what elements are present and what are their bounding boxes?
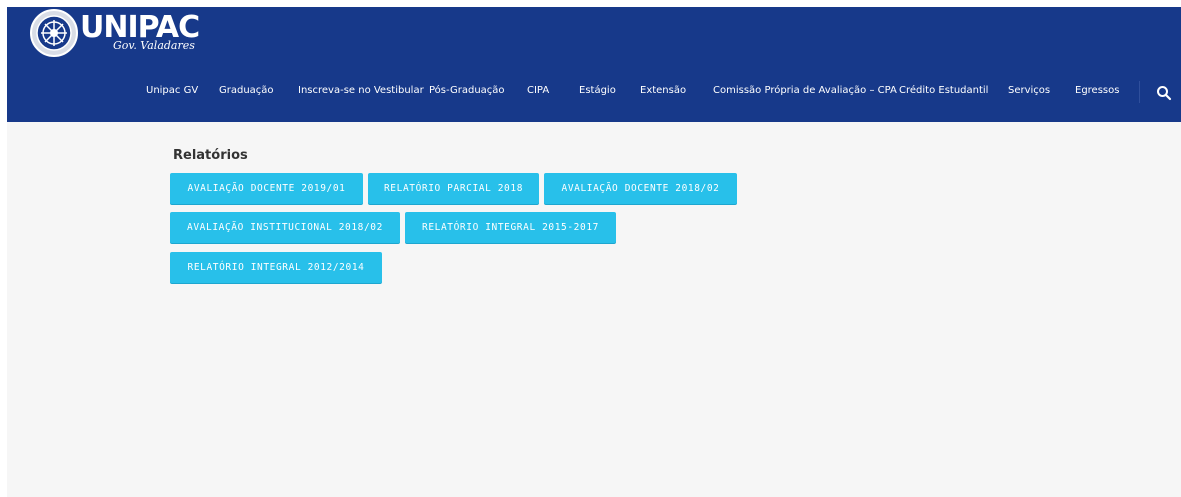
nav-item-egressos[interactable]: Egressos bbox=[1075, 83, 1119, 99]
nav-divider bbox=[1139, 81, 1140, 103]
nav-item-credito-estudantil[interactable]: Crédito Estudantil bbox=[899, 83, 988, 99]
site-header: UNIPAC Gov. Valadares Unipac GV Graduaçã… bbox=[7, 7, 1181, 122]
search-icon[interactable] bbox=[1156, 85, 1172, 101]
nav-item-cpa[interactable]: Comissão Própria de Avaliação – CPA bbox=[713, 83, 897, 99]
logo-subtitle: Gov. Valadares bbox=[113, 39, 195, 52]
logo[interactable]: UNIPAC Gov. Valadares bbox=[29, 7, 219, 59]
avaliacao-docente-2019-01-button[interactable]: AVALIAÇÃO DOCENTE 2019/01 bbox=[170, 173, 363, 204]
page-title: Relatórios bbox=[173, 148, 248, 163]
nav-item-cipa[interactable]: CIPA bbox=[527, 83, 549, 99]
page: UNIPAC Gov. Valadares Unipac GV Graduaçã… bbox=[7, 7, 1181, 497]
avaliacao-institucional-2018-02-button[interactable]: AVALIAÇÃO INSTITUCIONAL 2018/02 bbox=[170, 212, 400, 243]
nav-item-estagio[interactable]: Estágio bbox=[579, 83, 616, 99]
nav-item-pos-graduacao[interactable]: Pós-Graduação bbox=[429, 83, 505, 99]
avaliacao-docente-2018-02-button[interactable]: AVALIAÇÃO DOCENTE 2018/02 bbox=[544, 173, 737, 204]
relatorio-parcial-2018-button[interactable]: RELATÓRIO PARCIAL 2018 bbox=[368, 173, 539, 204]
nav-item-unipac-gv[interactable]: Unipac GV bbox=[146, 83, 198, 99]
nav-item-servicos[interactable]: Serviços bbox=[1008, 83, 1050, 99]
relatorio-integral-2015-2017-button[interactable]: RELATÓRIO INTEGRAL 2015-2017 bbox=[405, 212, 616, 243]
nav-item-vestibular[interactable]: Inscreva-se no Vestibular bbox=[298, 83, 424, 99]
main-nav: Unipac GV Graduação Inscreva-se no Vesti… bbox=[7, 83, 1181, 103]
nav-item-extensao[interactable]: Extensão bbox=[640, 83, 686, 99]
relatorio-integral-2012-2014-button[interactable]: RELATÓRIO INTEGRAL 2012/2014 bbox=[170, 252, 382, 283]
nav-item-graduacao[interactable]: Graduação bbox=[219, 83, 274, 99]
seal-icon bbox=[30, 9, 78, 57]
